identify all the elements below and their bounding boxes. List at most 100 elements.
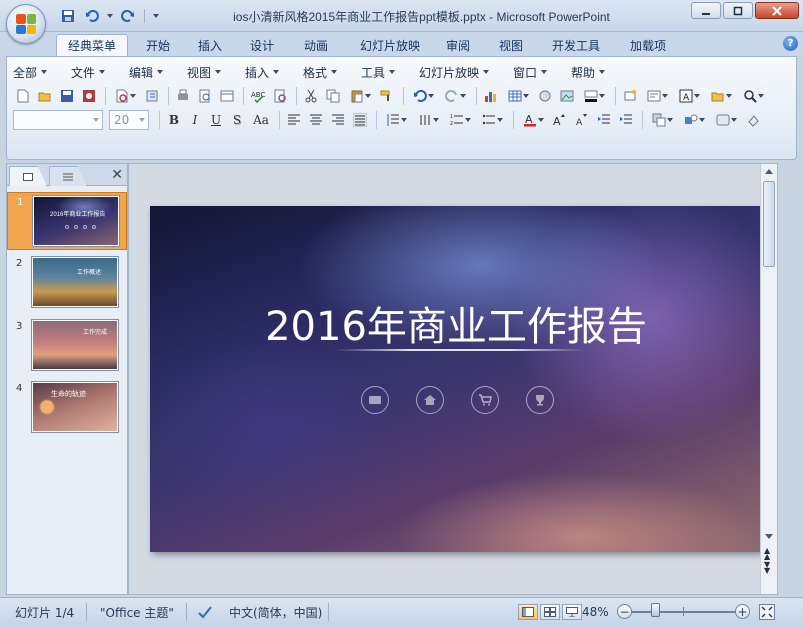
menu-insert[interactable]: 插入	[245, 64, 303, 81]
slide-sorter-view-button[interactable]	[540, 604, 560, 620]
research-icon[interactable]	[270, 86, 290, 106]
copy-icon[interactable]	[323, 86, 343, 106]
menu-format[interactable]: 格式	[303, 64, 361, 81]
restore-button[interactable]	[723, 2, 753, 19]
slides-tab[interactable]	[9, 166, 47, 186]
slide-title[interactable]: 2016年商业工作报告	[150, 294, 762, 352]
undo-button-icon[interactable]	[408, 86, 438, 106]
slide-thumbnail-1[interactable]: 1 2016年商业工作报告	[7, 192, 127, 250]
redo-button-icon[interactable]	[440, 86, 470, 106]
close-icon[interactable]: ✕	[111, 167, 123, 183]
text-box-icon[interactable]: A	[674, 86, 704, 106]
language-indicator[interactable]: 中文(简体，中国)	[229, 603, 322, 621]
save-icon[interactable]	[57, 86, 77, 106]
zoom-in-button[interactable]: +	[735, 604, 750, 619]
italic-button[interactable]: I	[185, 110, 205, 130]
font-name-combo[interactable]	[13, 110, 103, 130]
print-icon[interactable]	[173, 86, 193, 106]
justify-icon[interactable]	[350, 110, 370, 130]
zoom-search-icon[interactable]	[738, 86, 768, 106]
insert-table-icon[interactable]	[503, 86, 533, 106]
close-button[interactable]	[755, 2, 799, 19]
minimize-button[interactable]	[691, 2, 721, 19]
slide-thumbnail-3[interactable]: 3 工作完成	[7, 317, 127, 375]
line-spacing-icon[interactable]	[381, 110, 411, 130]
shape-fill-icon[interactable]	[743, 110, 763, 130]
arrange-icon[interactable]	[647, 110, 677, 130]
align-center-icon[interactable]	[306, 110, 326, 130]
menu-tools[interactable]: 工具	[361, 64, 419, 81]
shapes-icon[interactable]	[679, 110, 709, 130]
scroll-thumb[interactable]	[763, 181, 775, 267]
tab-design[interactable]: 设计	[240, 34, 284, 56]
font-size-combo[interactable]: 20	[109, 110, 149, 130]
tab-view[interactable]: 视图	[489, 34, 533, 56]
paste-icon[interactable]	[345, 86, 375, 106]
folder-icon[interactable]	[706, 86, 736, 106]
fill-color-icon[interactable]	[579, 86, 609, 106]
change-case-button[interactable]: Aa	[248, 110, 274, 130]
preview-icon[interactable]	[195, 86, 215, 106]
cut-icon[interactable]	[301, 86, 321, 106]
tab-insert[interactable]: 插入	[188, 34, 232, 56]
bold-button[interactable]: B	[164, 110, 184, 130]
next-slide-icon[interactable]: ▼ ▼	[764, 561, 770, 575]
outline-tab[interactable]	[49, 166, 87, 186]
font-color-icon[interactable]: A	[518, 110, 548, 130]
shape-style-icon[interactable]	[711, 110, 741, 130]
slide-layout-icon[interactable]	[642, 86, 672, 106]
vertical-scrollbar[interactable]: ▲ ▲ ▼ ▼	[760, 164, 777, 594]
office-button[interactable]	[6, 4, 46, 44]
scroll-up-icon[interactable]	[765, 169, 773, 174]
menu-edit[interactable]: 编辑	[129, 64, 187, 81]
slide-thumbnail-4[interactable]: 4 生命的轨迹	[7, 379, 127, 437]
print-preview-icon[interactable]	[110, 86, 140, 106]
menu-window[interactable]: 窗口	[513, 64, 571, 81]
tab-developer[interactable]: 开发工具	[544, 34, 608, 56]
scroll-down-icon[interactable]	[765, 534, 773, 539]
new-slide-icon[interactable]	[620, 86, 640, 106]
help-icon[interactable]: ?	[783, 36, 798, 51]
shrink-font-icon[interactable]: A	[572, 110, 592, 130]
menu-file[interactable]: 文件	[71, 64, 129, 81]
menu-all[interactable]: 全部	[13, 64, 71, 81]
zoom-slider-thumb[interactable]	[651, 603, 660, 617]
slide-show-view-button[interactable]	[562, 604, 582, 620]
align-left-icon[interactable]	[284, 110, 304, 130]
attach-icon[interactable]	[142, 86, 162, 106]
increase-indent-icon[interactable]	[616, 110, 636, 130]
insert-chart-icon[interactable]	[481, 86, 501, 106]
zoom-level[interactable]: 48%	[582, 603, 609, 621]
tab-home[interactable]: 开始	[136, 34, 180, 56]
open-icon[interactable]	[35, 86, 55, 106]
shadow-button[interactable]: S	[227, 110, 247, 130]
new-icon[interactable]	[13, 86, 33, 106]
slide-canvas[interactable]: 2016年商业工作报告	[150, 206, 762, 552]
previous-slide-icon[interactable]: ▲ ▲	[764, 547, 770, 561]
menu-slide-show[interactable]: 幻灯片放映	[419, 64, 513, 81]
fit-to-window-icon[interactable]	[759, 603, 775, 621]
clip-art-icon[interactable]	[535, 86, 555, 106]
tab-review[interactable]: 审阅	[436, 34, 480, 56]
normal-view-button[interactable]	[518, 604, 538, 620]
menu-view[interactable]: 视图	[187, 64, 245, 81]
permission-icon[interactable]	[79, 86, 99, 106]
grow-font-icon[interactable]: A	[550, 110, 570, 130]
zoom-slider-track[interactable]	[632, 611, 736, 613]
tab-classic-menu[interactable]: 经典菜单	[56, 34, 128, 56]
layout-icon[interactable]	[217, 86, 237, 106]
insert-picture-icon[interactable]	[557, 86, 577, 106]
numbering-icon[interactable]: 12	[445, 110, 475, 130]
tab-slide-show[interactable]: 幻灯片放映	[350, 34, 430, 56]
bullets-icon[interactable]	[477, 110, 507, 130]
tab-add-ins[interactable]: 加载项	[620, 34, 676, 56]
format-painter-icon[interactable]	[377, 86, 397, 106]
slide-thumbnail-2[interactable]: 2 工作概述	[7, 254, 127, 312]
tab-animations[interactable]: 动画	[294, 34, 338, 56]
underline-button[interactable]: U	[206, 110, 226, 130]
zoom-out-button[interactable]: −	[617, 604, 632, 619]
text-direction-icon[interactable]	[413, 110, 443, 130]
menu-help[interactable]: 帮助	[571, 64, 629, 81]
decrease-indent-icon[interactable]	[594, 110, 614, 130]
spell-check-icon[interactable]	[197, 603, 213, 621]
